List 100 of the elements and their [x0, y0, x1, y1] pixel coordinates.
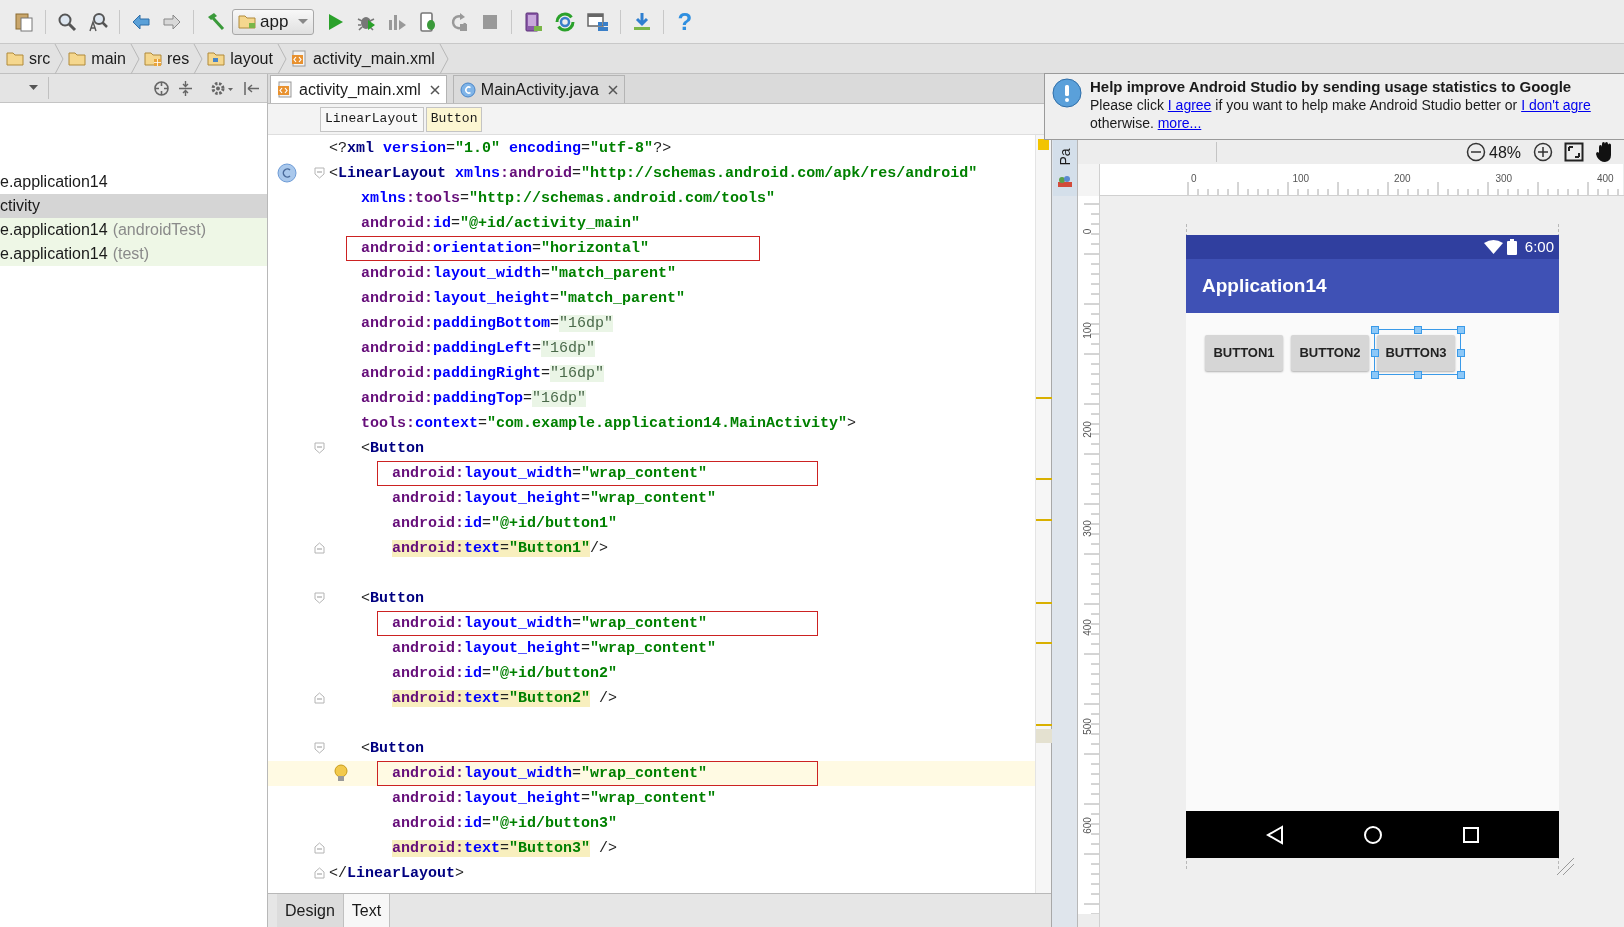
ruler-label: 300 [1080, 519, 1094, 539]
collapse-icon[interactable] [178, 80, 193, 97]
link[interactable]: more... [1157, 115, 1202, 131]
clipboard-icon[interactable] [14, 11, 34, 32]
code-line: android:layout_height="wrap_content" [392, 788, 717, 809]
phone-icon[interactable] [523, 11, 544, 32]
folder-icon [144, 50, 162, 67]
preview-button[interactable]: BUTTON2 [1291, 335, 1369, 371]
breadcrumb-item[interactable]: layout [205, 46, 275, 71]
close-icon[interactable] [429, 84, 440, 95]
code-line: <Button [361, 588, 425, 609]
code-line: android:text="Button3" /> [392, 838, 618, 859]
run-configuration-dropdown[interactable]: app [232, 8, 315, 35]
folder-icon [6, 50, 24, 67]
gear-icon[interactable] [210, 80, 234, 97]
bottom-tab[interactable]: Text [343, 894, 391, 927]
ruler-label: 0 [1080, 227, 1094, 237]
caret-icon[interactable] [29, 85, 38, 91]
code-line: android:paddingLeft="16dp" [361, 338, 596, 359]
rerun-icon[interactable] [449, 11, 470, 32]
fold-marker-icon[interactable] [314, 592, 325, 604]
pin-left-icon[interactable] [243, 80, 260, 97]
zoom-level: 48% [1489, 143, 1522, 163]
folder-icon [207, 50, 226, 67]
code-line: android:layout_width="match_parent" [361, 263, 677, 284]
code-line: </LinearLayout> [329, 863, 465, 884]
code-line: android:text="Button1"/> [392, 538, 609, 559]
fit-screen-icon[interactable] [1564, 142, 1584, 162]
lightbulb-icon[interactable] [334, 764, 348, 782]
code-line: xmlns:tools="http://schemas.android.com/tools" [361, 188, 776, 209]
breadcrumb-item[interactable]: src [4, 46, 53, 71]
download-icon[interactable] [632, 11, 653, 32]
code-line: android:layout_height="match_parent" [361, 288, 686, 309]
tag-breadcrumb[interactable]: LinearLayout [320, 106, 424, 132]
resize-handle-icon[interactable] [1555, 856, 1575, 876]
ruler-label: 200 [1080, 420, 1094, 440]
zoom-in-icon[interactable] [1533, 142, 1553, 162]
code-line: android:id="@+id/button1" [392, 513, 618, 534]
code-line: android:id="@+id/button2" [392, 663, 618, 684]
fold-marker-icon[interactable] [314, 442, 325, 454]
ruler-label: 300 [1495, 172, 1513, 186]
code-line: android:paddingBottom="16dp" [361, 313, 614, 334]
ruler-label: 100 [1080, 321, 1094, 341]
info-icon [1052, 78, 1082, 108]
tree-item[interactable]: e.application14 (androidTest) [0, 218, 267, 242]
fold-marker-icon[interactable] [314, 542, 325, 554]
close-icon[interactable] [607, 84, 618, 95]
zoom-out-icon[interactable] [1466, 142, 1486, 162]
ruler-label: 200 [1394, 172, 1411, 186]
notification-title: Help improve Android Studio by sending usage statistics to Google [1090, 78, 1573, 96]
fold-marker-icon[interactable] [314, 167, 325, 179]
square-icon[interactable] [1461, 825, 1480, 844]
tree-item[interactable]: e.application14 (test) [0, 242, 267, 266]
window-layout-icon[interactable] [587, 11, 610, 32]
home-icon[interactable] [1362, 824, 1383, 845]
class-icon[interactable] [277, 163, 297, 183]
link[interactable]: I agree [1167, 97, 1212, 113]
search-icon[interactable] [57, 11, 77, 32]
link[interactable]: I don't agre [1521, 97, 1591, 113]
code-line: <?xml version="1.0" encoding="utf-8"?> [329, 138, 672, 159]
palette-tab-label: Pa [1058, 148, 1072, 166]
editor-tab[interactable]: MainActivity.java [452, 75, 625, 103]
crosshair-icon[interactable] [153, 80, 170, 97]
code-line: <Button [361, 738, 425, 759]
code-line: android:id="@+id/button3" [392, 813, 618, 834]
xml-file-icon [290, 50, 308, 67]
class-icon [459, 81, 476, 98]
breadcrumb-item[interactable]: activity_main.xml [288, 46, 437, 71]
notification-text: Please click I agree if you want to help make Android Studio better or I don't agre [1090, 96, 1591, 114]
ruler-label: 100 [1292, 172, 1310, 186]
back-icon[interactable] [1265, 824, 1284, 845]
code-line: android:layout_width="wrap_content" [392, 613, 708, 634]
code-line: android:orientation="horizontal" [361, 238, 650, 259]
fold-marker-icon[interactable] [314, 742, 325, 754]
status-time: 6:00 [1524, 236, 1554, 257]
tag-breadcrumb[interactable]: Button [425, 106, 483, 132]
sync-icon[interactable] [554, 10, 577, 33]
folder-icon [68, 50, 87, 67]
code-line: android:id="@+id/activity_main" [361, 213, 641, 234]
notification-text: otherwise. more... [1090, 114, 1203, 132]
preview-button[interactable]: BUTTON3 [1377, 335, 1455, 371]
find-replace-icon[interactable] [88, 11, 108, 32]
breadcrumb-item[interactable]: res [142, 46, 192, 71]
editor-tab[interactable]: activity_main.xml [270, 75, 447, 103]
code-line: android:layout_width="wrap_content" [392, 763, 708, 784]
breadcrumb-item[interactable]: main [66, 46, 128, 71]
fold-marker-icon[interactable] [314, 867, 325, 879]
code-line: android:text="Button2" /> [392, 688, 618, 709]
xml-file-icon [277, 81, 294, 98]
ruler-label: 0 [1191, 172, 1197, 186]
palette-tab[interactable]: Pa [1053, 140, 1077, 196]
fold-marker-icon[interactable] [314, 692, 325, 704]
caret-icon [298, 18, 309, 25]
bottom-tab[interactable]: Design [277, 894, 344, 927]
tree-item[interactable]: ctivity [0, 194, 267, 218]
fold-marker-icon[interactable] [314, 842, 325, 854]
palette-icon [1057, 174, 1073, 188]
preview-button[interactable]: BUTTON1 [1205, 335, 1283, 371]
ruler-label: 600 [1080, 816, 1094, 836]
battery-icon [1506, 239, 1517, 255]
